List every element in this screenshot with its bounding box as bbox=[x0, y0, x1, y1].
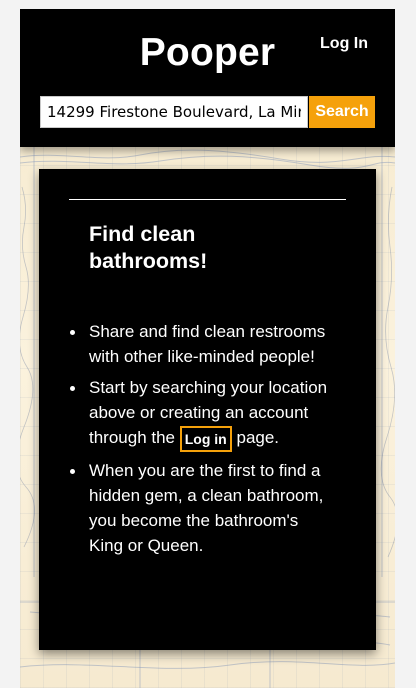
list-item: When you are the first to find a hidden … bbox=[70, 458, 329, 558]
login-link[interactable]: Log In bbox=[320, 35, 368, 53]
card-title: Find clean bathrooms! bbox=[89, 222, 208, 273]
search-button[interactable]: Search bbox=[309, 96, 375, 128]
list-item-text: Share and find clean restrooms with othe… bbox=[89, 322, 326, 366]
feature-list: Share and find clean restrooms with othe… bbox=[70, 319, 329, 564]
app-frame: Pooper Log In Search Find clean bathroom… bbox=[20, 9, 395, 688]
info-card: Find clean bathrooms! Share and find cle… bbox=[39, 169, 376, 650]
list-item-text: When you are the first to find a hidden … bbox=[89, 460, 324, 555]
location-search-input[interactable] bbox=[40, 96, 308, 128]
inline-login-link[interactable]: Log in bbox=[179, 425, 232, 452]
list-item-text: page. bbox=[236, 428, 280, 447]
list-item: Share and find clean restrooms with othe… bbox=[70, 319, 329, 369]
search-bar: Search bbox=[40, 96, 375, 128]
card-divider bbox=[69, 199, 346, 200]
list-item: Start by searching your location above o… bbox=[70, 375, 329, 452]
app-header: Pooper Log In Search bbox=[20, 9, 395, 147]
